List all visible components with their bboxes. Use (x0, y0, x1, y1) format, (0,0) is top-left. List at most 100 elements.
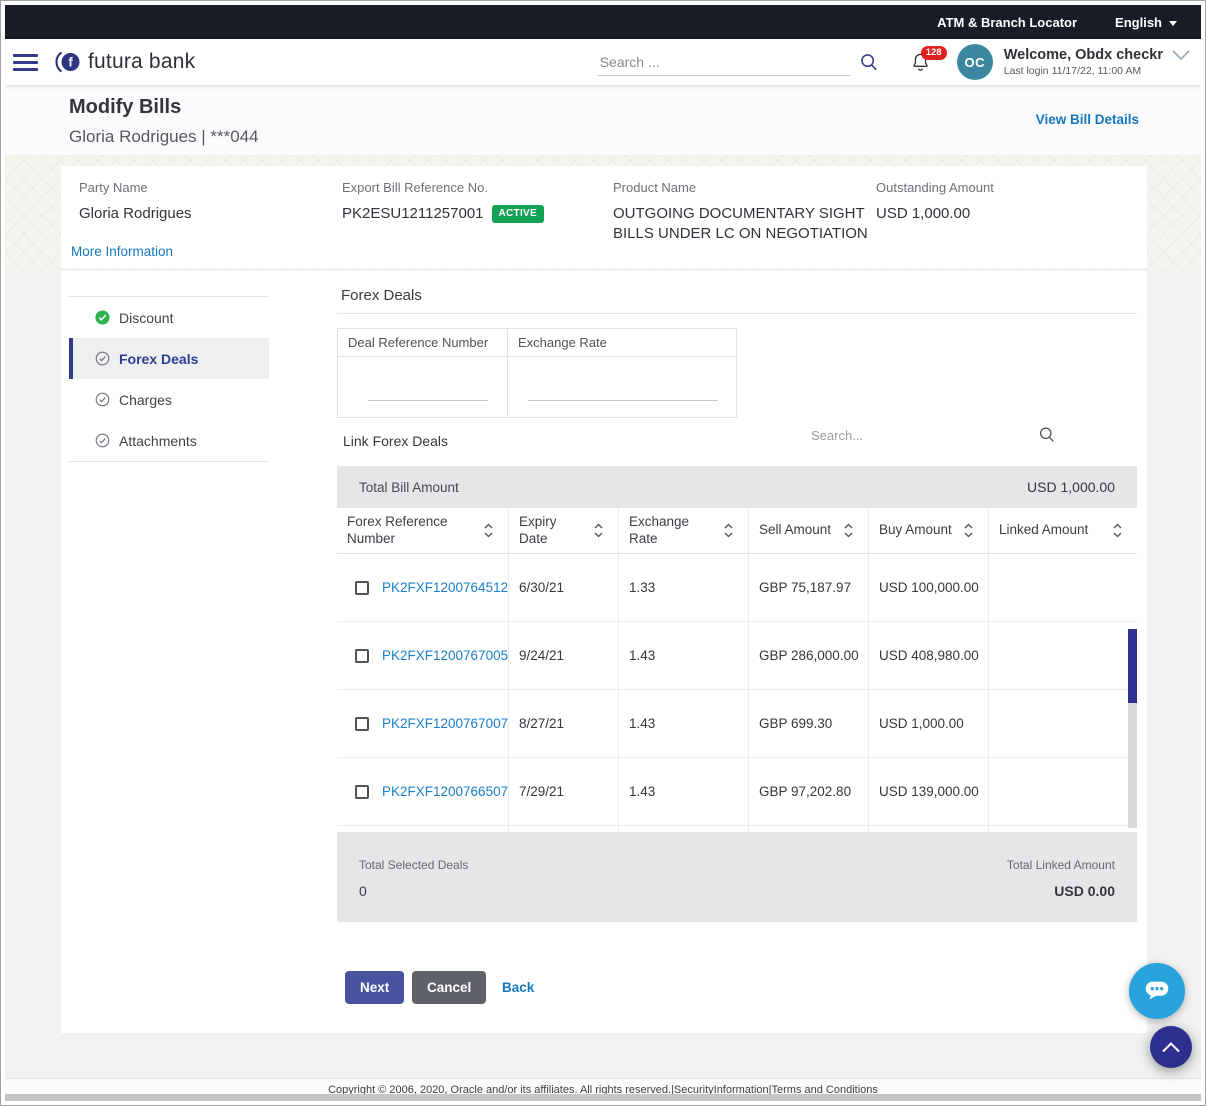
chat-button[interactable] (1129, 963, 1185, 1019)
linked-amount-cell (989, 554, 1137, 621)
sort-icon[interactable] (835, 522, 854, 539)
browser-window: ATM & Branch Locator English f futura ba… (0, 0, 1206, 1106)
total-bill-label: Total Bill Amount (359, 479, 459, 495)
check-filled-icon (95, 310, 110, 325)
total-bill-bar: Total Bill Amount USD 1,000.00 (337, 466, 1137, 508)
row-checkbox[interactable] (355, 784, 369, 799)
main-panel: Discount Forex Deals Charges Attachments Fo… (61, 271, 1147, 1033)
cancel-button[interactable]: Cancel (412, 971, 487, 1004)
column-header-buy-amount[interactable]: Buy Amount (869, 508, 989, 553)
page-title: Modify Bills (69, 96, 182, 118)
forex-reference-link[interactable]: PK2FXF1200766507 (382, 784, 508, 799)
app-header: f futura bank 128 OC Welcome, Obdx check… (5, 39, 1201, 85)
table-body: PK2FXF1200764512 6/30/21 1.33 GBP 75,187.97… (337, 554, 1137, 826)
forex-reference-link[interactable]: PK2FXF1200764512 (382, 580, 508, 595)
column-label: Expiry Date (519, 513, 557, 546)
sidebar-item-discount[interactable]: Discount (69, 297, 269, 338)
sell-amount-cell: GBP 75,187.97 (749, 554, 869, 621)
link-forex-deals-label: Link Forex Deals (343, 433, 449, 449)
row-checkbox[interactable] (355, 580, 369, 595)
chevron-down-icon (1172, 50, 1190, 61)
sidebar-item-label: Charges (119, 391, 172, 408)
more-information-link[interactable]: More Information (71, 244, 173, 259)
column-label: Forex Reference Number (347, 513, 448, 546)
notifications-bell[interactable]: 128 (910, 46, 947, 73)
sort-icon[interactable] (475, 522, 494, 539)
brand-logo[interactable]: f futura bank (53, 47, 195, 77)
forex-reference-link[interactable]: PK2FXF1200767007 (382, 716, 508, 731)
sort-icon[interactable] (955, 522, 974, 539)
column-header-linked-amount[interactable]: Linked Amount (989, 508, 1137, 553)
field-label: Party Name (79, 180, 148, 195)
user-menu[interactable]: Welcome, Obdx checkr (1004, 47, 1191, 64)
horizontal-scrollbar[interactable] (5, 1094, 1201, 1101)
sidebar-item-label: Attachments (119, 432, 197, 449)
language-selector[interactable]: English (1115, 15, 1177, 30)
sort-icon[interactable] (715, 522, 734, 539)
total-selected-deals-label: Total Selected Deals (359, 858, 469, 872)
back-link[interactable]: Back (502, 980, 534, 995)
sort-icon[interactable] (585, 522, 604, 539)
expiry-date-cell: 9/24/21 (509, 622, 619, 689)
scroll-to-top-button[interactable] (1150, 1026, 1192, 1068)
sidebar-item-charges[interactable]: Charges (69, 379, 269, 420)
table-row: PK2FXF1200767005 9/24/21 1.43 GBP 286,000.0… (337, 622, 1137, 690)
sidebar-item-attachments[interactable]: Attachments (69, 420, 269, 461)
last-login: Last login 11/17/22, 11:00 AM (1003, 64, 1142, 77)
forex-reference-cell: PK2FXF1200764512 (337, 554, 509, 621)
buy-amount-cell: USD 1,000.00 (869, 690, 989, 757)
exchange-rate-cell: 1.43 (619, 622, 749, 689)
column-header-forex-reference-number[interactable]: Forex Reference Number (337, 508, 509, 553)
column-header-expiry-date[interactable]: Expiry Date (509, 508, 619, 553)
futura-logo-icon: f (53, 47, 83, 77)
field-value: OUTGOING DOCUMENTARY SIGHT BILLS UNDER L… (613, 205, 868, 243)
view-bill-details-link[interactable]: View Bill Details (1036, 112, 1139, 127)
column-header-sell-amount[interactable]: Sell Amount (749, 508, 869, 553)
exchange-rate-cell: 1.33 (619, 554, 749, 621)
column-label: Exchange Rate (629, 513, 690, 546)
sell-amount-cell: GBP 286,000.00 (749, 622, 869, 689)
row-checkbox[interactable] (355, 716, 369, 731)
avatar[interactable]: OC (956, 44, 993, 80)
sidebar-item-label: Forex Deals (119, 350, 199, 367)
column-header-exchange-rate[interactable]: Exchange Rate (619, 508, 749, 553)
sort-icon[interactable] (1104, 522, 1123, 539)
field-value: Gloria Rodrigues (79, 205, 192, 222)
buy-amount-cell: USD 139,000.00 (869, 758, 989, 825)
forex-reference-link[interactable]: PK2FXF1200767005 (382, 648, 508, 663)
page-subtitle: Gloria Rodrigues | ***044 (69, 127, 259, 146)
exchange-rate-input[interactable] (528, 385, 718, 401)
summary-field-party-name: Party Name Gloria Rodrigues (79, 180, 192, 224)
brand-name: futura bank (88, 50, 196, 73)
summary-field-export-bill-reference-no-: Export Bill Reference No. PK2ESU121125700… (342, 180, 544, 224)
menu-icon[interactable] (13, 53, 38, 71)
total-linked-amount-value: USD 0.00 (1054, 883, 1115, 899)
next-button[interactable]: Next (345, 971, 405, 1004)
search-icon[interactable] (1037, 424, 1057, 445)
table-scrollbar-thumb[interactable] (1128, 629, 1137, 703)
expiry-date-cell: 7/29/21 (509, 758, 619, 825)
atm-branch-locator-link[interactable]: ATM & Branch Locator (937, 15, 1077, 30)
sidebar-item-forex-deals[interactable]: Forex Deals (69, 338, 269, 379)
table-row: PK2FXF1200764512 6/30/21 1.33 GBP 75,187.97… (337, 554, 1137, 622)
buy-amount-cell: USD 408,980.00 (869, 622, 989, 689)
search-input[interactable] (597, 48, 850, 76)
exchange-rate-cell: 1.43 (619, 690, 749, 757)
welcome-text: Welcome, Obdx checkr (1003, 47, 1163, 64)
forex-reference-cell: PK2FXF1200767005 (337, 622, 509, 689)
row-checkbox[interactable] (355, 648, 369, 663)
deal-reference-input[interactable] (368, 385, 488, 401)
table-row: PK2FXF1200766507 7/29/21 1.43 GBP 97,202.80… (337, 758, 1137, 826)
search-icon[interactable] (858, 51, 880, 73)
field-label: Export Bill Reference No. (342, 180, 488, 195)
table-header-row: Forex Reference Number Expiry Date Exchang… (337, 508, 1137, 554)
field-label: Outstanding Amount (876, 180, 994, 195)
column-label: Linked Amount (999, 522, 1089, 538)
table-search-input[interactable] (811, 428, 951, 443)
sell-amount-cell: GBP 699.30 (749, 690, 869, 757)
svg-text:f: f (68, 54, 73, 69)
page-title-section: Modify Bills Gloria Rodrigues | ***044 V… (5, 85, 1201, 155)
header-right: 128 OC Welcome, Obdx checkr Last login 1… (597, 44, 1191, 80)
sidebar-item-label: Discount (119, 309, 174, 326)
expiry-date-cell: 6/30/21 (509, 554, 619, 621)
